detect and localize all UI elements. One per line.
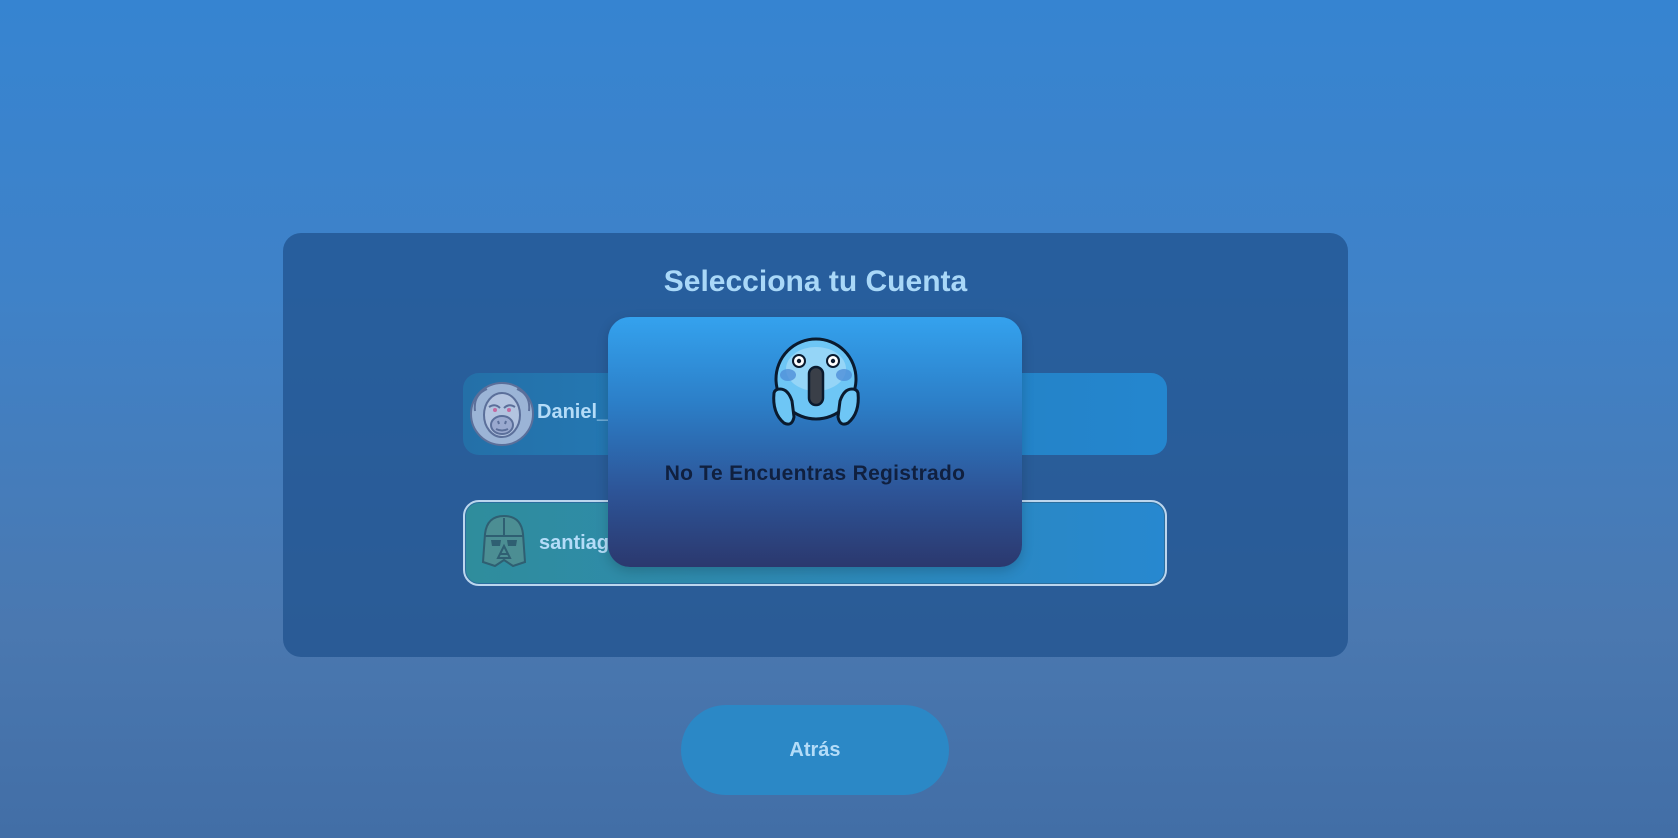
panel-title: Selecciona tu Cuenta bbox=[663, 265, 968, 298]
back-button[interactable]: Atrás bbox=[681, 705, 949, 795]
modal-message: No Te Encuentras Registrado bbox=[664, 462, 966, 485]
not-registered-modal: No Te Encuentras Registrado bbox=[608, 317, 1022, 567]
account-username: Daniel_ bbox=[537, 401, 609, 423]
monkey-avatar-icon bbox=[470, 382, 534, 446]
screaming-face-icon bbox=[772, 337, 860, 426]
darth-vader-avatar-icon bbox=[481, 514, 527, 568]
